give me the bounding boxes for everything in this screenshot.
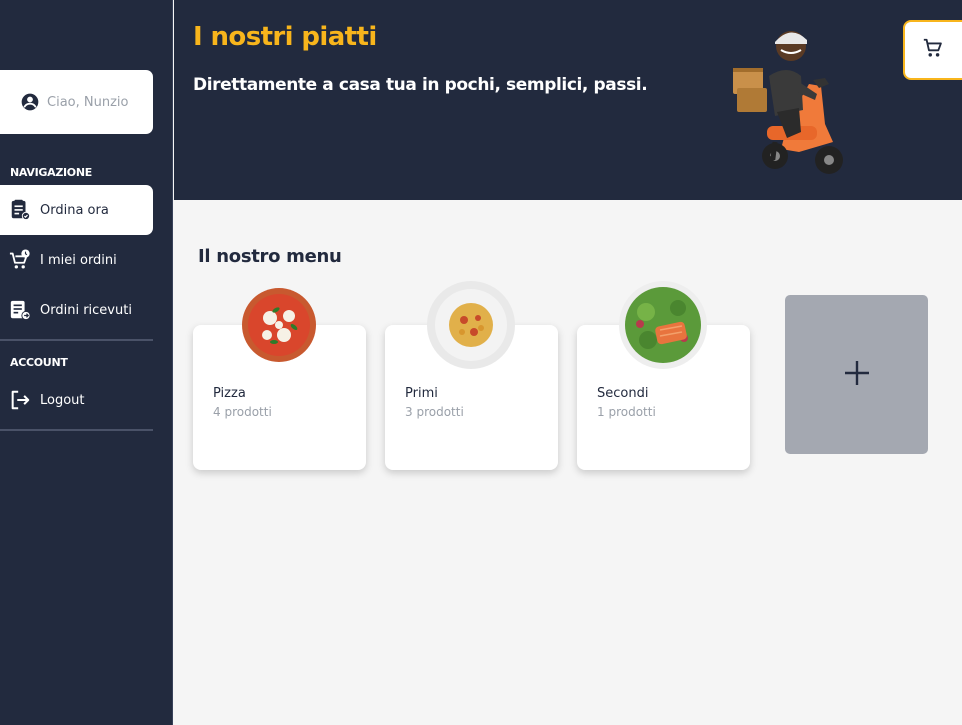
pasta-image [427,281,515,369]
user-greeting-card[interactable]: Ciao, Nunzio [0,70,153,134]
order-list-icon [9,199,31,221]
cart-icon [922,37,944,63]
pizza-image [242,288,316,362]
page-title: I nostri piatti [193,22,377,52]
salmon-salad-image [619,281,707,369]
nav-item-ordina-ora[interactable]: Ordina ora [0,185,153,235]
sidebar-divider [0,339,153,341]
user-greeting: Ciao, Nunzio [47,94,129,110]
nav-item-i-miei-ordini[interactable]: I miei ordini [0,235,153,285]
nav-section-label: NAVIGAZIONE [10,166,92,179]
category-count: 4 prodotti [213,405,272,419]
delivery-courier-illustration [733,31,843,174]
add-category-button[interactable] [785,295,928,454]
category-name: Secondi [597,386,649,401]
cart-clock-icon [9,249,31,271]
page-subtitle: Direttamente a casa tua in pochi, sempli… [193,75,648,95]
nav-item-logout[interactable]: Logout [0,375,153,425]
plus-icon [843,359,871,391]
hero-banner: I nostri piatti Direttamente a casa tua … [174,0,962,200]
category-count: 1 prodotti [597,405,656,419]
account-circle-icon [20,92,40,112]
received-orders-icon [9,299,31,321]
account-section-label: ACCOUNT [10,356,68,369]
logout-icon [9,389,31,411]
nav-item-label: Ordini ricevuti [40,302,132,318]
cart-button[interactable] [903,20,962,80]
sidebar: Ciao, Nunzio NAVIGAZIONE Ordina ora I mi… [0,0,173,725]
sidebar-divider [0,429,153,431]
category-name: Pizza [213,386,246,401]
nav-item-label: I miei ordini [40,252,117,268]
category-name: Primi [405,386,438,401]
menu-section-title: Il nostro menu [198,246,342,267]
nav-item-label: Ordina ora [40,202,109,218]
category-count: 3 prodotti [405,405,464,419]
nav-item-label: Logout [40,392,85,408]
nav-item-ordini-ricevuti[interactable]: Ordini ricevuti [0,285,153,335]
